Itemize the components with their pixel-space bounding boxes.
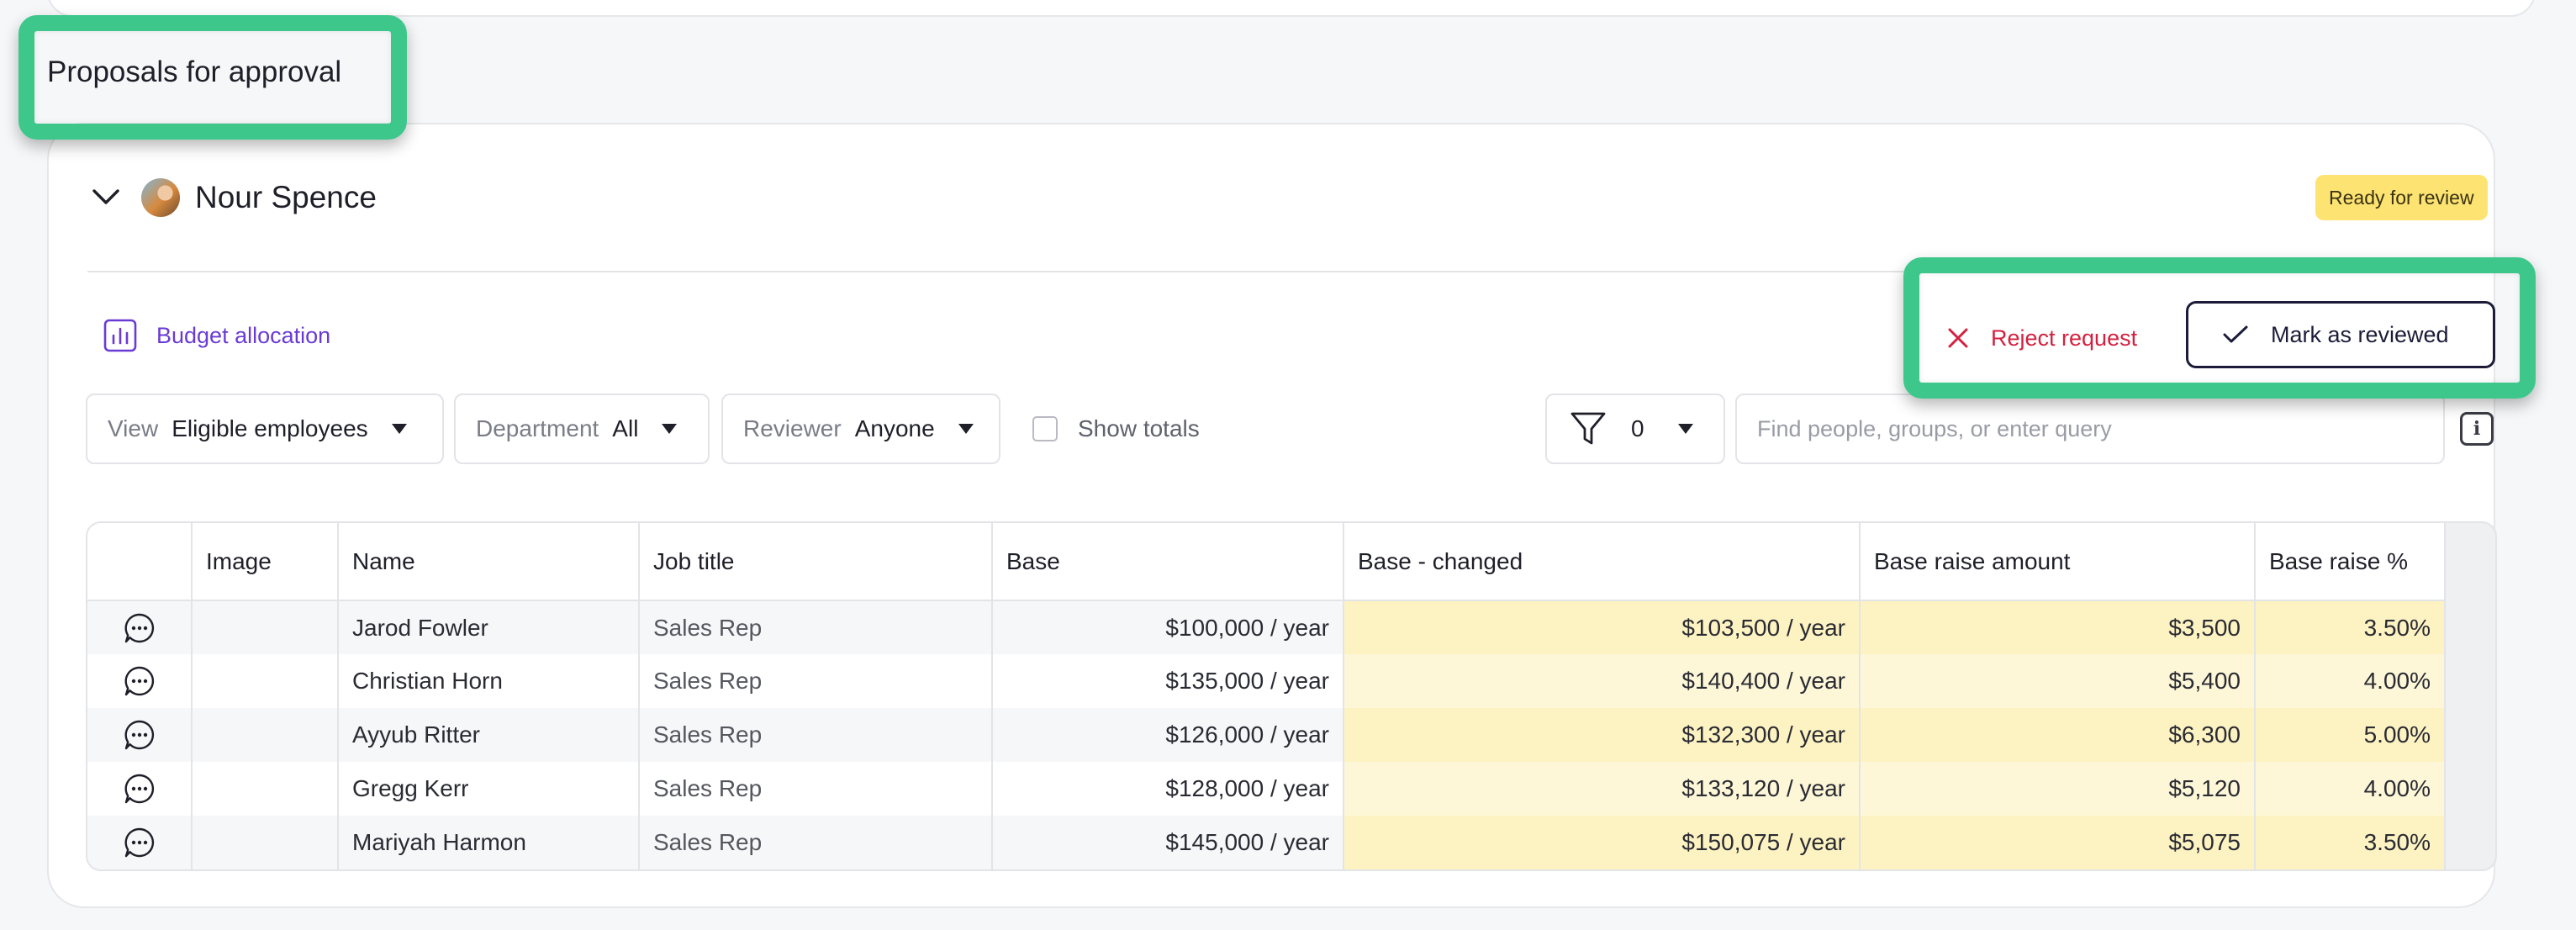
comment-cell xyxy=(87,708,193,762)
reviewer-label: Reviewer xyxy=(743,415,842,441)
comment-cell xyxy=(87,654,193,708)
funnel-icon xyxy=(1570,412,1606,445)
base-changed-cell[interactable]: $132,300 / year xyxy=(1343,708,1861,762)
header-job-title[interactable]: Job title xyxy=(639,523,993,601)
base-cell: $128,000 / year xyxy=(992,762,1344,816)
job-title-cell: Sales Rep xyxy=(639,600,993,654)
raise-amount-cell[interactable]: $3,500 xyxy=(1860,600,2256,654)
divider xyxy=(87,271,2495,272)
table-row: Gregg Kerr Sales Rep $128,000 / year $13… xyxy=(87,762,2446,816)
base-changed-cell[interactable]: $103,500 / year xyxy=(1343,600,1861,654)
job-title-cell: Sales Rep xyxy=(639,654,993,708)
view-label: View xyxy=(108,415,159,441)
name-cell[interactable]: Gregg Kerr xyxy=(338,762,640,816)
raise-amount-cell[interactable]: $5,400 xyxy=(1860,654,2256,708)
raise-amount-cell[interactable]: $5,120 xyxy=(1860,762,2256,816)
base-changed-cell[interactable]: $150,075 / year xyxy=(1343,816,1861,869)
table-row: Christian Horn Sales Rep $135,000 / year… xyxy=(87,654,2446,708)
comment-icon[interactable] xyxy=(123,611,156,645)
raise-amount-cell[interactable]: $5,075 xyxy=(1860,816,2256,869)
comment-icon[interactable] xyxy=(123,664,156,698)
comment-cell xyxy=(87,816,193,869)
name-cell[interactable]: Jarod Fowler xyxy=(338,600,640,654)
header-base-raise-pct[interactable]: Base raise % xyxy=(2255,523,2446,601)
base-cell: $100,000 / year xyxy=(992,600,1344,654)
department-label: Department xyxy=(476,415,599,441)
info-icon[interactable]: i xyxy=(2460,412,2494,446)
image-cell xyxy=(192,762,339,816)
image-cell xyxy=(192,708,339,762)
raise-pct-cell[interactable]: 3.50% xyxy=(2255,600,2446,654)
comment-icon[interactable] xyxy=(123,826,156,859)
section-title: Proposals for approval xyxy=(47,55,342,88)
search-input[interactable] xyxy=(1735,394,2445,464)
header-base-changed[interactable]: Base - changed xyxy=(1343,523,1861,601)
name-cell[interactable]: Ayyub Ritter xyxy=(338,708,640,762)
filter-button[interactable]: 0 xyxy=(1545,394,1725,464)
caret-down-icon xyxy=(662,424,678,434)
status-badge: Ready for review xyxy=(2315,175,2488,220)
raise-pct-cell[interactable]: 4.00% xyxy=(2255,654,2446,708)
reviewer-dropdown[interactable]: Reviewer Anyone xyxy=(721,394,1000,464)
base-cell: $145,000 / year xyxy=(992,816,1344,869)
base-changed-cell[interactable]: $140,400 / year xyxy=(1343,654,1861,708)
job-title-cell: Sales Rep xyxy=(639,816,993,869)
reject-request-button[interactable]: Reject request xyxy=(1947,311,2137,365)
base-cell: $135,000 / year xyxy=(992,654,1344,708)
check-icon xyxy=(2223,325,2248,343)
name-cell[interactable]: Christian Horn xyxy=(338,654,640,708)
header-base[interactable]: Base xyxy=(992,523,1344,601)
raise-pct-cell[interactable]: 3.50% xyxy=(2255,816,2446,869)
name-cell[interactable]: Mariyah Harmon xyxy=(338,816,640,869)
budget-allocation-link[interactable]: Budget allocation xyxy=(103,318,330,353)
table-row: Mariyah Harmon Sales Rep $145,000 / year… xyxy=(87,816,2446,869)
view-dropdown[interactable]: View Eligible employees xyxy=(86,394,444,464)
image-cell xyxy=(192,816,339,869)
department-value: All xyxy=(612,415,639,441)
raise-pct-cell[interactable]: 5.00% xyxy=(2255,708,2446,762)
job-title-cell: Sales Rep xyxy=(639,708,993,762)
proposals-table: Image Name Job title Base Base - changed… xyxy=(86,521,2497,871)
comment-icon[interactable] xyxy=(123,772,156,806)
job-title-cell: Sales Rep xyxy=(639,762,993,816)
filter-count: 0 xyxy=(1631,415,1644,441)
image-cell xyxy=(192,600,339,654)
image-cell xyxy=(192,654,339,708)
avatar xyxy=(141,178,180,217)
caret-down-icon xyxy=(391,424,407,434)
header-actions xyxy=(87,523,193,601)
comment-cell xyxy=(87,600,193,654)
table-row: Ayyub Ritter Sales Rep $126,000 / year $… xyxy=(87,708,2446,762)
person-name[interactable]: Nour Spence xyxy=(195,180,377,215)
show-totals-checkbox[interactable] xyxy=(1032,416,1058,441)
reviewer-value: Anyone xyxy=(854,415,935,441)
view-value: Eligible employees xyxy=(172,415,368,441)
caret-down-icon xyxy=(958,424,974,434)
department-dropdown[interactable]: Department All xyxy=(454,394,710,464)
raise-pct-cell[interactable]: 4.00% xyxy=(2255,762,2446,816)
bar-chart-icon xyxy=(103,319,137,352)
previous-card xyxy=(47,0,2536,17)
mark-as-reviewed-button[interactable]: Mark as reviewed xyxy=(2186,301,2495,368)
base-cell: $126,000 / year xyxy=(992,708,1344,762)
header-base-raise-amount[interactable]: Base raise amount xyxy=(1860,523,2256,601)
chevron-down-icon[interactable] xyxy=(91,182,121,212)
header-image[interactable]: Image xyxy=(192,523,339,601)
close-icon xyxy=(1948,328,1968,348)
table-row: Jarod Fowler Sales Rep $100,000 / year $… xyxy=(87,600,2446,654)
comment-icon[interactable] xyxy=(123,718,156,752)
raise-amount-cell[interactable]: $6,300 xyxy=(1860,708,2256,762)
show-totals-label: Show totals xyxy=(1078,415,1200,441)
table-header-row: Image Name Job title Base Base - changed… xyxy=(87,523,2446,601)
header-name[interactable]: Name xyxy=(338,523,640,601)
show-totals-toggle[interactable]: Show totals xyxy=(1032,415,1200,442)
mark-as-reviewed-label: Mark as reviewed xyxy=(2271,321,2449,347)
comment-cell xyxy=(87,762,193,816)
caret-down-icon xyxy=(1677,424,1693,434)
base-changed-cell[interactable]: $133,120 / year xyxy=(1343,762,1861,816)
reject-request-label: Reject request xyxy=(1991,325,2138,351)
budget-allocation-label: Budget allocation xyxy=(156,322,331,348)
